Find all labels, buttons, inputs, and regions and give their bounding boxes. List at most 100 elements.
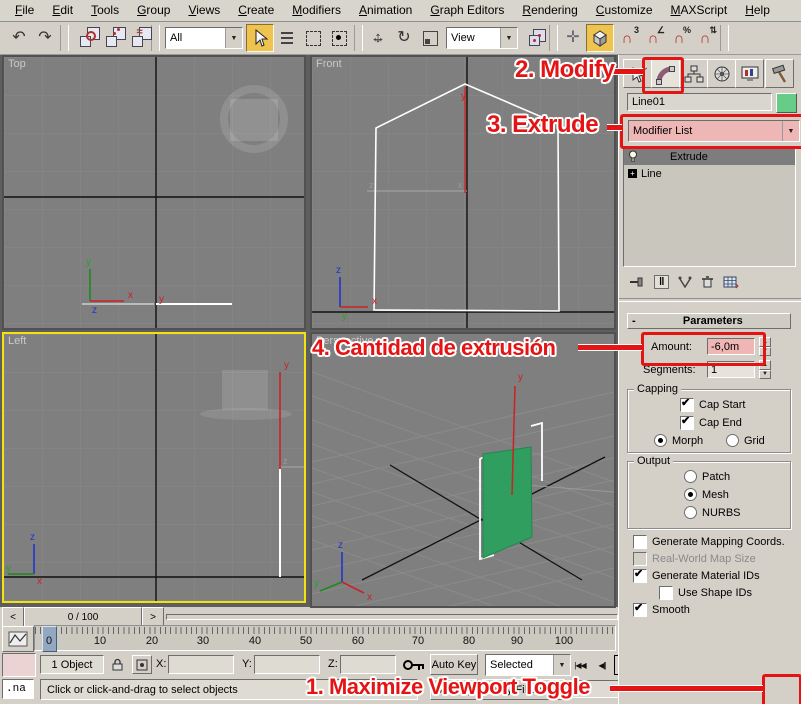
viewport-left[interactable]: Left y z z y x bbox=[2, 332, 306, 603]
menu-file[interactable]: File bbox=[6, 1, 43, 20]
patch-radio[interactable] bbox=[684, 470, 697, 483]
menu-customize[interactable]: Customize bbox=[587, 1, 662, 20]
unlink-selection-button[interactable] bbox=[97, 25, 123, 51]
patch-row[interactable]: Patch bbox=[684, 470, 730, 483]
time-slider-prev-button[interactable]: < bbox=[2, 607, 24, 627]
y-coord-input[interactable] bbox=[254, 655, 320, 674]
nurbs-radio[interactable] bbox=[684, 506, 697, 519]
parameters-rollout-header[interactable]: - Parameters bbox=[627, 313, 791, 329]
reference-coordinate-dropdown[interactable]: View bbox=[446, 27, 518, 49]
morph-radio[interactable] bbox=[654, 434, 667, 447]
lightbulb-icon[interactable] bbox=[628, 150, 638, 163]
tab-hierarchy[interactable] bbox=[679, 59, 708, 88]
menu-animation[interactable]: Animation bbox=[350, 1, 421, 20]
spinner-down-icon[interactable]: ▼ bbox=[759, 347, 771, 357]
key-filter-dropdown[interactable]: Selected bbox=[485, 654, 571, 676]
show-end-result-icon[interactable]: ‖ bbox=[654, 275, 669, 289]
undo-button[interactable]: ↶ bbox=[6, 25, 32, 51]
smooth-checkbox[interactable] bbox=[633, 603, 647, 617]
chevron-down-icon[interactable] bbox=[782, 121, 799, 141]
mesh-radio[interactable] bbox=[684, 488, 697, 501]
time-slider-next-button[interactable]: > bbox=[142, 607, 164, 627]
select-by-name-button[interactable] bbox=[274, 25, 300, 51]
chevron-down-icon[interactable] bbox=[553, 655, 570, 675]
select-and-scale-button[interactable] bbox=[417, 25, 443, 51]
grid-row[interactable]: Grid bbox=[726, 434, 765, 447]
object-name-field[interactable]: Line01 bbox=[627, 93, 772, 111]
angle-snap-button[interactable]: ∩∠ bbox=[640, 25, 666, 51]
previous-frame-button[interactable]: ◀|| bbox=[592, 655, 612, 675]
select-and-manipulate-button[interactable]: ✛ bbox=[560, 25, 586, 51]
window-crossing-button[interactable] bbox=[326, 25, 352, 51]
modifier-list-dropdown[interactable]: Modifier List bbox=[628, 120, 800, 142]
expand-plus-icon[interactable]: + bbox=[628, 169, 637, 178]
menu-graph-editors[interactable]: Graph Editors bbox=[421, 1, 513, 20]
maxscript-mini-listener[interactable]: .na bbox=[2, 679, 34, 699]
select-and-link-button[interactable] bbox=[71, 25, 97, 51]
viewport-perspective[interactable]: Perspective y z bbox=[310, 332, 616, 608]
pin-stack-icon[interactable] bbox=[629, 275, 645, 289]
bind-to-spacewarp-button[interactable] bbox=[123, 25, 149, 51]
z-coord-input[interactable] bbox=[340, 655, 396, 674]
timeline-ruler[interactable]: 0 10 20 30 40 50 60 70 80 90 100 bbox=[34, 625, 616, 651]
tab-display[interactable] bbox=[735, 59, 764, 88]
spinner-snap-button[interactable]: ∩⇅ bbox=[692, 25, 718, 51]
segments-input[interactable]: 1 bbox=[707, 361, 755, 378]
percent-snap-button[interactable]: ∩% bbox=[666, 25, 692, 51]
viewport-top[interactable]: Top y x z y bbox=[2, 55, 306, 330]
menu-edit[interactable]: Edit bbox=[43, 1, 82, 20]
remove-modifier-icon[interactable] bbox=[701, 275, 714, 289]
tab-modify[interactable] bbox=[651, 59, 680, 88]
selection-lock-toggle[interactable] bbox=[108, 655, 126, 674]
grid-radio[interactable] bbox=[726, 434, 739, 447]
rectangular-selection-button[interactable] bbox=[300, 25, 326, 51]
generate-material-checkbox[interactable] bbox=[633, 569, 647, 583]
tab-motion[interactable] bbox=[707, 59, 736, 88]
use-shape-checkbox[interactable] bbox=[659, 586, 673, 600]
viewport-front[interactable]: Front z x y z x y bbox=[310, 55, 616, 330]
snap-toggle-3-button[interactable]: ∩3 bbox=[614, 25, 640, 51]
cap-end-checkbox[interactable] bbox=[680, 416, 694, 430]
generate-material-row[interactable]: Generate Material IDs bbox=[633, 569, 760, 583]
morph-row[interactable]: Morph bbox=[654, 434, 703, 447]
spinner-up-icon[interactable]: ▲ bbox=[759, 360, 771, 370]
nurbs-row[interactable]: NURBS bbox=[684, 506, 741, 519]
configure-modifier-sets-icon[interactable] bbox=[723, 275, 739, 289]
menu-help[interactable]: Help bbox=[736, 1, 779, 20]
chevron-down-icon[interactable] bbox=[500, 28, 517, 48]
macro-recorder-pane[interactable] bbox=[2, 653, 36, 677]
menu-maxscript[interactable]: MAXScript bbox=[662, 1, 737, 20]
generate-mapping-row[interactable]: Generate Mapping Coords. bbox=[633, 535, 785, 549]
go-to-start-button[interactable]: |◀◀ bbox=[570, 655, 590, 675]
menu-create[interactable]: Create bbox=[229, 1, 283, 20]
use-pivot-center-button[interactable] bbox=[521, 25, 547, 51]
spinner-down-icon[interactable]: ▼ bbox=[759, 370, 771, 380]
menu-group[interactable]: Group bbox=[128, 1, 179, 20]
amount-spinner[interactable]: ▲▼ bbox=[759, 337, 771, 356]
tab-utilities[interactable] bbox=[765, 59, 794, 88]
menu-views[interactable]: Views bbox=[179, 1, 229, 20]
segments-spinner[interactable]: ▲▼ bbox=[759, 360, 771, 379]
select-and-move-button[interactable]: ↔↕ bbox=[365, 25, 391, 51]
stack-item-line[interactable]: + Line bbox=[624, 165, 795, 182]
cap-start-row[interactable]: Cap Start bbox=[680, 398, 745, 412]
smooth-row[interactable]: Smooth bbox=[633, 603, 690, 617]
set-keys-button[interactable] bbox=[400, 654, 428, 676]
use-shape-row[interactable]: Use Shape IDs bbox=[659, 586, 752, 600]
generate-mapping-checkbox[interactable] bbox=[633, 535, 647, 549]
mini-curve-editor-button[interactable] bbox=[2, 626, 34, 652]
selection-filter-dropdown[interactable]: All bbox=[165, 27, 243, 49]
auto-key-button[interactable]: Auto Key bbox=[430, 654, 478, 675]
amount-input[interactable]: -6,0m bbox=[707, 338, 755, 355]
mesh-row[interactable]: Mesh bbox=[684, 488, 729, 501]
menu-modifiers[interactable]: Modifiers bbox=[283, 1, 350, 20]
stack-item-extrude[interactable]: Extrude bbox=[624, 148, 795, 165]
menu-rendering[interactable]: Rendering bbox=[513, 1, 586, 20]
chevron-down-icon[interactable] bbox=[225, 28, 242, 48]
select-and-rotate-button[interactable]: ↻ bbox=[391, 25, 417, 51]
cap-end-row[interactable]: Cap End bbox=[680, 416, 742, 430]
time-slider-track[interactable] bbox=[166, 614, 618, 620]
redo-button[interactable]: ↷ bbox=[32, 25, 58, 51]
cap-start-checkbox[interactable] bbox=[680, 398, 694, 412]
time-slider-handle[interactable]: 0 / 100 bbox=[24, 607, 142, 627]
